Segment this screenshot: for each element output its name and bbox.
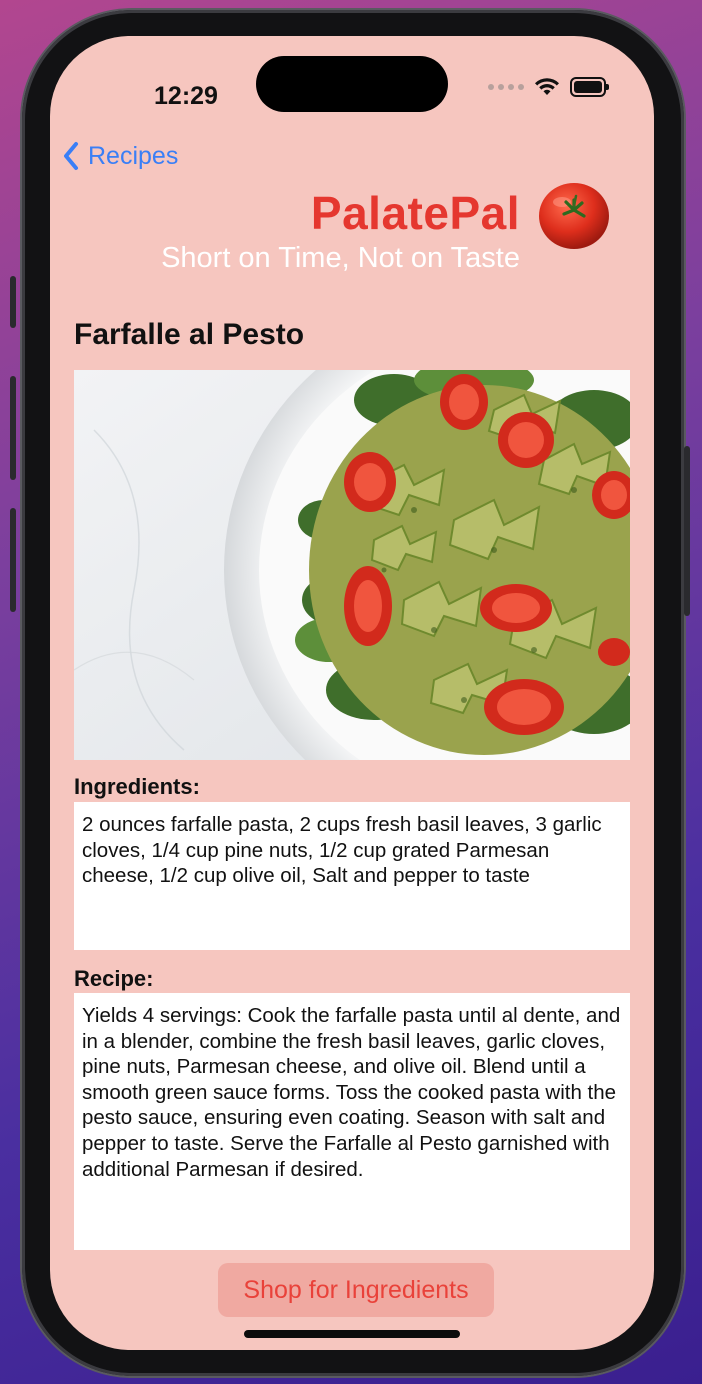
status-icons bbox=[488, 74, 609, 100]
dynamic-island bbox=[256, 56, 448, 112]
battery-icon bbox=[570, 77, 609, 97]
ingredients-text[interactable]: 2 ounces farfalle pasta, 2 cups fresh ba… bbox=[74, 802, 630, 950]
tomato-icon bbox=[539, 183, 609, 249]
volume-up-button bbox=[10, 376, 16, 480]
wifi-icon bbox=[535, 78, 559, 95]
back-label: Recipes bbox=[88, 141, 179, 170]
recipe-title: Farfalle al Pesto bbox=[74, 318, 305, 351]
recipe-text[interactable]: Yields 4 servings: Cook the farfalle pas… bbox=[74, 993, 630, 1250]
status-time: 12:29 bbox=[154, 82, 218, 110]
power-button bbox=[684, 446, 690, 616]
chevron-left-icon bbox=[64, 142, 78, 170]
brand-name: PalatePal bbox=[310, 187, 520, 239]
shop-for-ingredients-button[interactable]: Shop for Ingredients bbox=[218, 1263, 494, 1317]
mute-switch bbox=[10, 276, 16, 328]
back-button[interactable]: Recipes bbox=[62, 136, 178, 176]
volume-down-button bbox=[10, 508, 16, 612]
home-indicator[interactable] bbox=[244, 1330, 460, 1338]
cellular-dots-icon bbox=[488, 84, 524, 90]
tagline: Short on Time, Not on Taste bbox=[161, 242, 520, 274]
recipe-label: Recipe: bbox=[74, 966, 154, 991]
ingredients-label: Ingredients: bbox=[74, 774, 200, 799]
app-screen: 12:29 Recipes PalatePal Short on Time, N… bbox=[50, 36, 654, 1350]
recipe-photo bbox=[74, 370, 630, 760]
